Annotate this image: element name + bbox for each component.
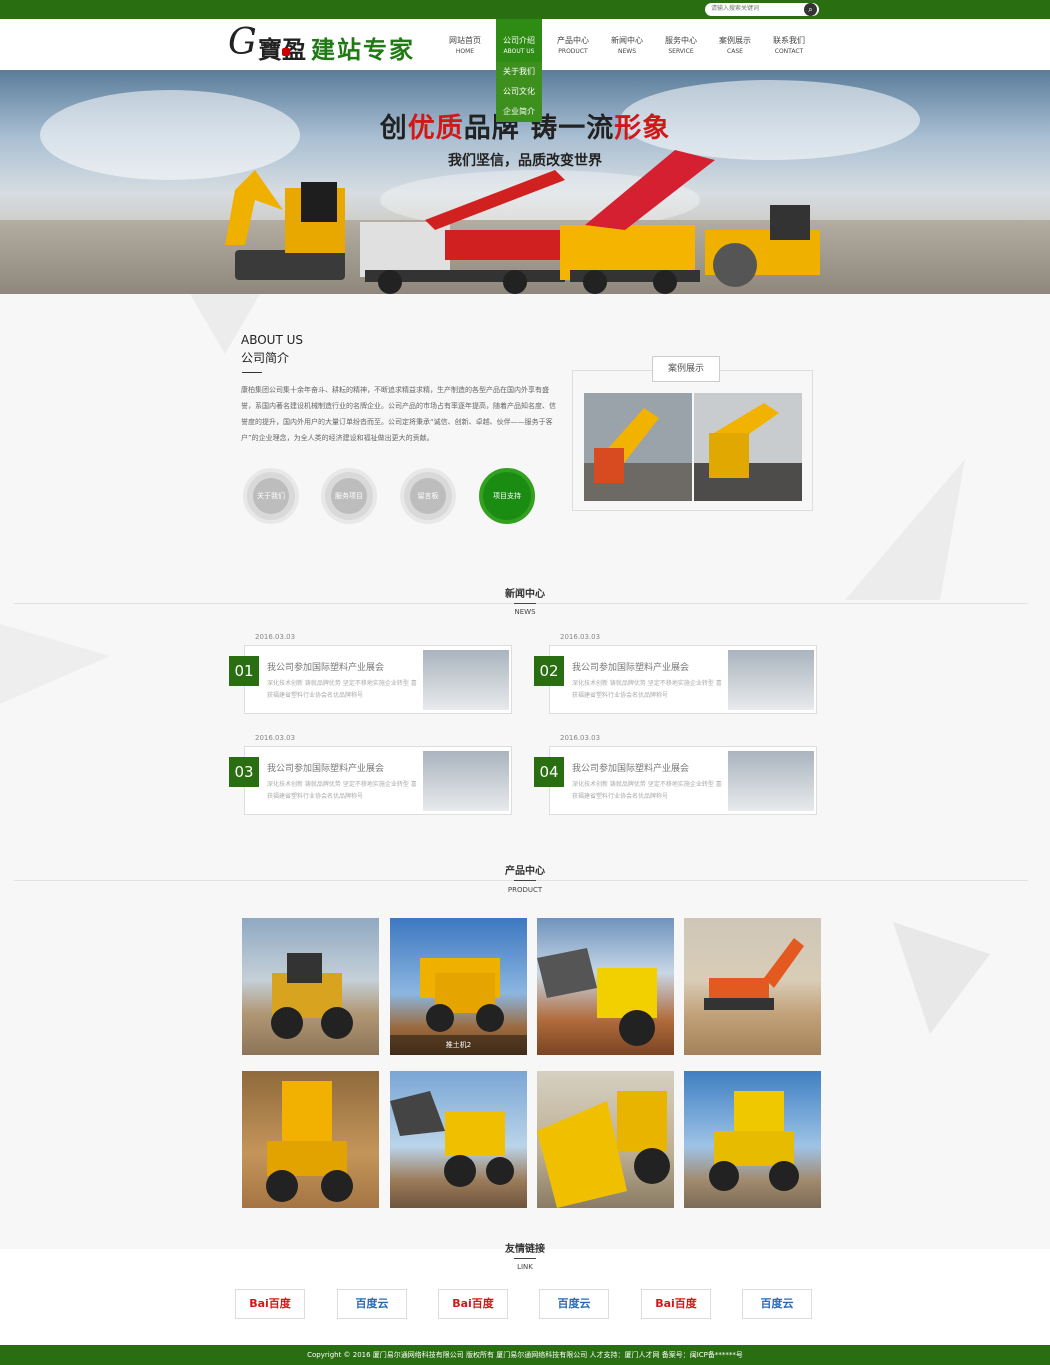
product-image[interactable]: [537, 918, 674, 1055]
search-input[interactable]: [705, 3, 819, 16]
section-mark: [514, 603, 536, 604]
nav-en: PRODUCT: [558, 48, 588, 55]
logo-g: G: [228, 22, 257, 63]
product-image[interactable]: [537, 1071, 674, 1208]
link-baidu-cloud[interactable]: 百度云: [742, 1289, 812, 1319]
button-label: 关于我们: [253, 478, 289, 514]
case-label[interactable]: 案例展示: [652, 356, 720, 382]
link-baidu[interactable]: Bai百度: [641, 1289, 711, 1319]
news-desc: 深化技术创新 铸就品牌优势 坚定不移地实施企业转型 喜获福建省塑料行业协会名优品…: [572, 781, 722, 800]
nav-cn: 服务中心: [665, 36, 697, 45]
nav-cn: 公司介绍: [503, 36, 535, 45]
links-section-title: 友情链接: [505, 1244, 545, 1255]
news-date: 2016.03.03: [255, 633, 296, 641]
button-label: 留言板: [410, 478, 446, 514]
search-icon[interactable]: ⌕: [804, 3, 817, 16]
news-desc: 深化技术创新 铸就品牌优势 坚定不移地实施企业转型 喜获福建省塑料行业协会名优品…: [572, 680, 722, 699]
nav-home[interactable]: 网站首页 HOME: [438, 19, 492, 70]
footer: Copyright © 2016 厦门易尔通网络科技有限公司 版权所有 厦门易尔…: [0, 1345, 1050, 1365]
about-us-button[interactable]: 关于我们: [243, 468, 299, 524]
news-section-title: 新闻中心: [505, 589, 545, 600]
product-section-title: 产品中心: [505, 866, 545, 877]
divider: [242, 372, 262, 373]
nav-cn: 新闻中心: [611, 36, 643, 45]
news-card[interactable]: 我公司参加国际塑料产业展会 深化技术创新 铸就品牌优势 坚定不移地实施企业转型 …: [244, 746, 512, 815]
link-baidu-cloud[interactable]: 百度云: [337, 1289, 407, 1319]
news-title[interactable]: 我公司参加国际塑料产业展会: [267, 761, 384, 774]
nav-service[interactable]: 服务中心 SERVICE: [654, 19, 708, 70]
news-desc: 深化技术创新 铸就品牌优势 坚定不移地实施企业转型 喜获福建省塑料行业协会名优品…: [267, 680, 417, 699]
machinery-illustration: [225, 150, 820, 294]
news-card[interactable]: 我公司参加国际塑料产业展会 深化技术创新 铸就品牌优势 坚定不移地实施企业转型 …: [549, 645, 817, 714]
nav-en: CASE: [727, 48, 743, 55]
button-label: 项目支持: [489, 478, 525, 514]
logo-seal: [282, 48, 290, 56]
nav-contact[interactable]: 联系我们 CONTACT: [762, 19, 816, 70]
nav-cn: 网站首页: [449, 36, 481, 45]
dropdown-item-profile[interactable]: 企业简介: [496, 102, 542, 122]
news-card[interactable]: 我公司参加国际塑料产业展会 深化技术创新 铸就品牌优势 坚定不移地实施企业转型 …: [549, 746, 817, 815]
news-card[interactable]: 我公司参加国际塑料产业展会 深化技术创新 铸就品牌优势 坚定不移地实施企业转型 …: [244, 645, 512, 714]
news-desc: 深化技术创新 铸就品牌优势 坚定不移地实施企业转型 喜获福建省塑料行业协会名优品…: [267, 781, 417, 800]
project-support-button[interactable]: 项目支持: [479, 468, 535, 524]
news-image: [423, 650, 509, 710]
product-image[interactable]: [242, 1071, 379, 1208]
nav-en: NEWS: [617, 48, 637, 55]
news-date: 2016.03.03: [560, 633, 601, 641]
news-number: 03: [229, 757, 259, 787]
message-board-button[interactable]: 留言板: [400, 468, 456, 524]
top-bar: [0, 0, 1050, 19]
news-image: [728, 650, 814, 710]
link-baidu-cloud[interactable]: 百度云: [539, 1289, 609, 1319]
news-date: 2016.03.03: [560, 734, 601, 742]
about-heading-cn: 公司简介: [241, 351, 290, 365]
news-number: 02: [534, 656, 564, 686]
about-text: 康柏集团公司集十余年奋斗、耕耘的精神，不断追求精益求精，生产制造的各型产品在国内…: [241, 386, 556, 442]
news-section-sub: NEWS: [514, 608, 536, 616]
logo-text: 建站专家: [311, 35, 415, 64]
link-baidu[interactable]: Bai百度: [235, 1289, 305, 1319]
product-image[interactable]: 推土机2: [390, 918, 527, 1055]
nav-product[interactable]: 产品中心 PRODUCT: [546, 19, 600, 70]
product-image[interactable]: [684, 918, 821, 1055]
link-baidu[interactable]: Bai百度: [438, 1289, 508, 1319]
dropdown-item-culture[interactable]: 公司文化: [496, 82, 542, 102]
news-title[interactable]: 我公司参加国际塑料产业展会: [572, 660, 689, 673]
main-nav: 网站首页 HOME 公司介绍 ABOUT US 产品中心 PRODUCT 新闻中心 NE…: [438, 19, 816, 70]
links-section-sub: LINK: [517, 1263, 533, 1271]
nav-en: HOME: [455, 48, 475, 55]
nav-cn: 联系我们: [773, 36, 805, 45]
section-mark: [514, 880, 536, 881]
nav-news[interactable]: 新闻中心 NEWS: [600, 19, 654, 70]
product-caption: 推土机2: [390, 1035, 527, 1055]
product-section-sub: PRODUCT: [507, 886, 543, 894]
case-image-1[interactable]: [584, 393, 692, 501]
nav-en: SERVICE: [668, 48, 694, 55]
news-number: 04: [534, 757, 564, 787]
news-image: [728, 751, 814, 811]
about-heading-en: ABOUT US: [241, 333, 304, 347]
nav-en: ABOUT US: [503, 48, 535, 55]
product-image[interactable]: [684, 1071, 821, 1208]
nav-cn: 案例展示: [719, 36, 751, 45]
news-title[interactable]: 我公司参加国际塑料产业展会: [267, 660, 384, 673]
nav-case[interactable]: 案例展示 CASE: [708, 19, 762, 70]
dropdown-item-about[interactable]: 关于我们: [496, 62, 542, 82]
nav-cn: 产品中心: [557, 36, 589, 45]
service-items-button[interactable]: 服务项目: [321, 468, 377, 524]
section-mark: [514, 1258, 536, 1259]
logo[interactable]: G 寶盈 建站专家: [228, 22, 418, 64]
nav-en: CONTACT: [774, 48, 804, 55]
about-dropdown: 关于我们 公司文化 企业简介: [496, 62, 542, 122]
news-number: 01: [229, 656, 259, 686]
product-image[interactable]: [242, 918, 379, 1055]
news-title[interactable]: 我公司参加国际塑料产业展会: [572, 761, 689, 774]
news-image: [423, 751, 509, 811]
news-date: 2016.03.03: [255, 734, 296, 742]
product-image[interactable]: [390, 1071, 527, 1208]
button-label: 服务项目: [331, 478, 367, 514]
case-image-2[interactable]: [694, 393, 802, 501]
